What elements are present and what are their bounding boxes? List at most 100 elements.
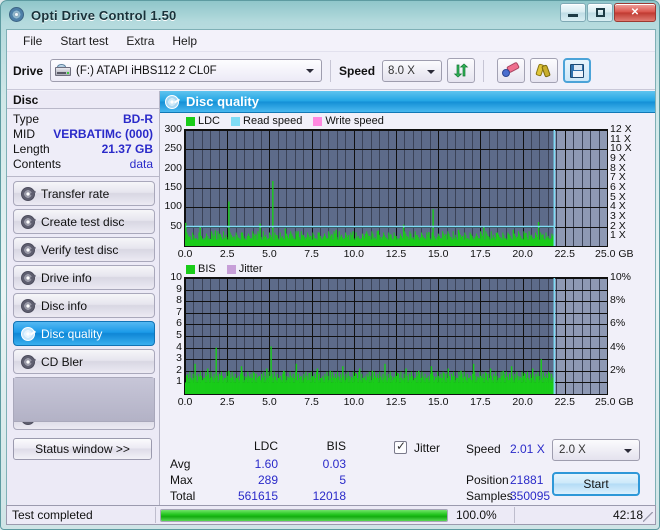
x-axis-tick: 12.5 (385, 396, 407, 408)
secondary-y-axis-tick: 10 X (610, 142, 632, 155)
x-axis-tick: 0.0 (177, 396, 193, 408)
y-axis-tick: 10 (170, 271, 182, 283)
start-button[interactable]: Start (552, 472, 640, 496)
stats-row-label-total: Total (170, 489, 196, 503)
legend-swatch-ldc (186, 116, 195, 126)
sidebar-item-label: Create test disc (41, 214, 125, 229)
x-axis-tick: 15.0 (427, 248, 449, 260)
status-text: Test completed (12, 508, 93, 522)
eraser-icon (502, 61, 520, 78)
menu-help[interactable]: Help (163, 32, 206, 50)
y-axis-tick: 8 (176, 294, 182, 307)
sidebar-item-transfer-rate[interactable]: Transfer rate (13, 181, 155, 206)
y-axis-tick: 300 (164, 123, 182, 135)
close-button[interactable]: ✕ (614, 3, 656, 22)
disc-icon (21, 186, 35, 201)
disc-info-key: Type (13, 112, 40, 126)
x-axis-tick: 2.5 (219, 396, 235, 408)
app-window: Opti Drive Control 1.50 ✕ File Start tes… (0, 0, 660, 530)
elapsed-time: 42:18 (612, 508, 643, 522)
page-title: Disc quality (186, 94, 259, 109)
disc-info-key: Length (13, 142, 50, 156)
sidebar-item-disc-quality[interactable]: Disc quality (13, 321, 155, 346)
disc-icon (21, 298, 35, 313)
progress-bar (160, 508, 448, 522)
disc-info-value: data (129, 157, 153, 171)
erase-button[interactable] (497, 58, 526, 83)
refresh-button[interactable] (447, 58, 476, 83)
secondary-y-axis-tick: 8 X (610, 161, 626, 174)
menu-start-test[interactable]: Start test (51, 32, 117, 50)
sidebar-item-create-test-disc[interactable]: Create test disc (13, 209, 155, 234)
y-axis-tick: 6 (176, 317, 182, 330)
menu-bar: File Start test Extra Help (7, 30, 655, 52)
legend-label-write-speed: Write speed (325, 115, 384, 127)
legend-label-read-speed: Read speed (243, 115, 303, 127)
samples-label: Samples (466, 489, 513, 503)
jitter-label: Jitter (414, 441, 441, 455)
disc-info-value: BD-R (123, 112, 153, 126)
test-speed-select[interactable]: 2.0 X (552, 439, 640, 461)
minimize-button[interactable] (560, 3, 586, 22)
drive-select[interactable]: (F:) ATAPI iHBS112 2 CL0F (50, 59, 323, 82)
menu-file[interactable]: File (14, 32, 51, 50)
save-icon (570, 63, 585, 78)
y-axis-tick: 5 (176, 329, 182, 341)
disc-info-panel: Type BD-R MID VERBATIMc (000) Length 21.… (7, 109, 159, 177)
sidebar-item-disc-info[interactable]: Disc info (13, 293, 155, 318)
disc-quality-bis-chart[interactable]: 1 2 3 4 5 6 7 8 9 10 2% 4% 6% 8% 10% 0.0 2.5 5.0 7.5 10.0 12… (160, 272, 655, 409)
sidebar-item-verify-test-disc[interactable]: Verify test disc (13, 237, 155, 262)
secondary-y-axis-tick: 10% (610, 271, 632, 283)
disc-info-row: Length 21.37 GB (13, 142, 153, 157)
secondary-y-axis-tick: 6% (610, 317, 626, 330)
tools-icon (535, 63, 552, 78)
legend-label-bis: BIS (198, 263, 216, 275)
resize-grip-icon[interactable] (643, 512, 653, 522)
sidebar-item-label: CD Bler (41, 354, 84, 369)
disc-icon (21, 270, 35, 285)
save-button[interactable] (563, 58, 592, 83)
jitter-checkbox[interactable] (394, 439, 407, 454)
progress-percent: 100.0% (456, 508, 497, 522)
legend-label-ldc: LDC (198, 115, 221, 127)
x-axis-tick: 5.0 (262, 248, 277, 260)
secondary-y-axis-tick: 12 X (610, 123, 632, 135)
secondary-y-axis-tick: 9 X (610, 152, 626, 164)
x-axis-tick: 0.0 (177, 248, 193, 260)
disc-icon (21, 242, 35, 257)
speed-select[interactable]: 8.0 X (382, 59, 443, 82)
sidebar-item-cd-bler[interactable]: CD Bler (13, 349, 155, 374)
speed-select-value: 8.0 X (388, 64, 415, 77)
toolbar-divider-1 (330, 59, 332, 82)
speed-label: Speed (339, 63, 376, 78)
y-axis-tick: 4 (176, 340, 182, 353)
content-panel: Disc quality LDC Read speed Write speed (160, 91, 655, 524)
secondary-y-axis-tick: 8% (610, 294, 626, 307)
tools-button[interactable] (530, 58, 559, 83)
app-disc-icon (9, 7, 25, 23)
disc-icon (21, 214, 35, 229)
secondary-y-axis-tick: 2 X (610, 219, 626, 232)
panel-title-bar: Disc quality (160, 91, 655, 113)
status-window-button[interactable]: Status window >> (13, 438, 152, 460)
secondary-y-axis-tick: 1 X (610, 229, 626, 242)
stats-value-avg-bis: 0.03 (322, 457, 346, 471)
x-axis-tick: 20.0 (512, 248, 533, 260)
sidebar-item-label: Disc info (41, 298, 88, 313)
stats-row-label-avg: Avg (170, 457, 191, 471)
sidebar-item-drive-info[interactable]: Drive info (13, 265, 155, 290)
chevron-down-icon (306, 69, 315, 73)
window-title: Opti Drive Control 1.50 (31, 7, 177, 23)
y-axis-tick: 150 (164, 181, 182, 193)
title-bar: Opti Drive Control 1.50 ✕ (1, 1, 659, 29)
sidebar-item-label: Drive info (41, 270, 92, 285)
x-axis-tick: 22.5 (554, 248, 576, 260)
stats-value-total-bis: 12018 (312, 489, 346, 503)
maximize-button[interactable] (587, 3, 613, 22)
disc-quality-ldc-chart[interactable]: 50 100 150 200 250 300 1 X2 X3 X4 X5 X6 X7 X8 … (160, 124, 655, 261)
stats-header-ldc: LDC (253, 439, 278, 453)
disc-quality-icon (165, 94, 179, 109)
menu-extra[interactable]: Extra (117, 32, 163, 50)
disc-info-row: MID VERBATIMc (000) (13, 127, 153, 142)
y-axis-tick: 200 (164, 161, 182, 174)
